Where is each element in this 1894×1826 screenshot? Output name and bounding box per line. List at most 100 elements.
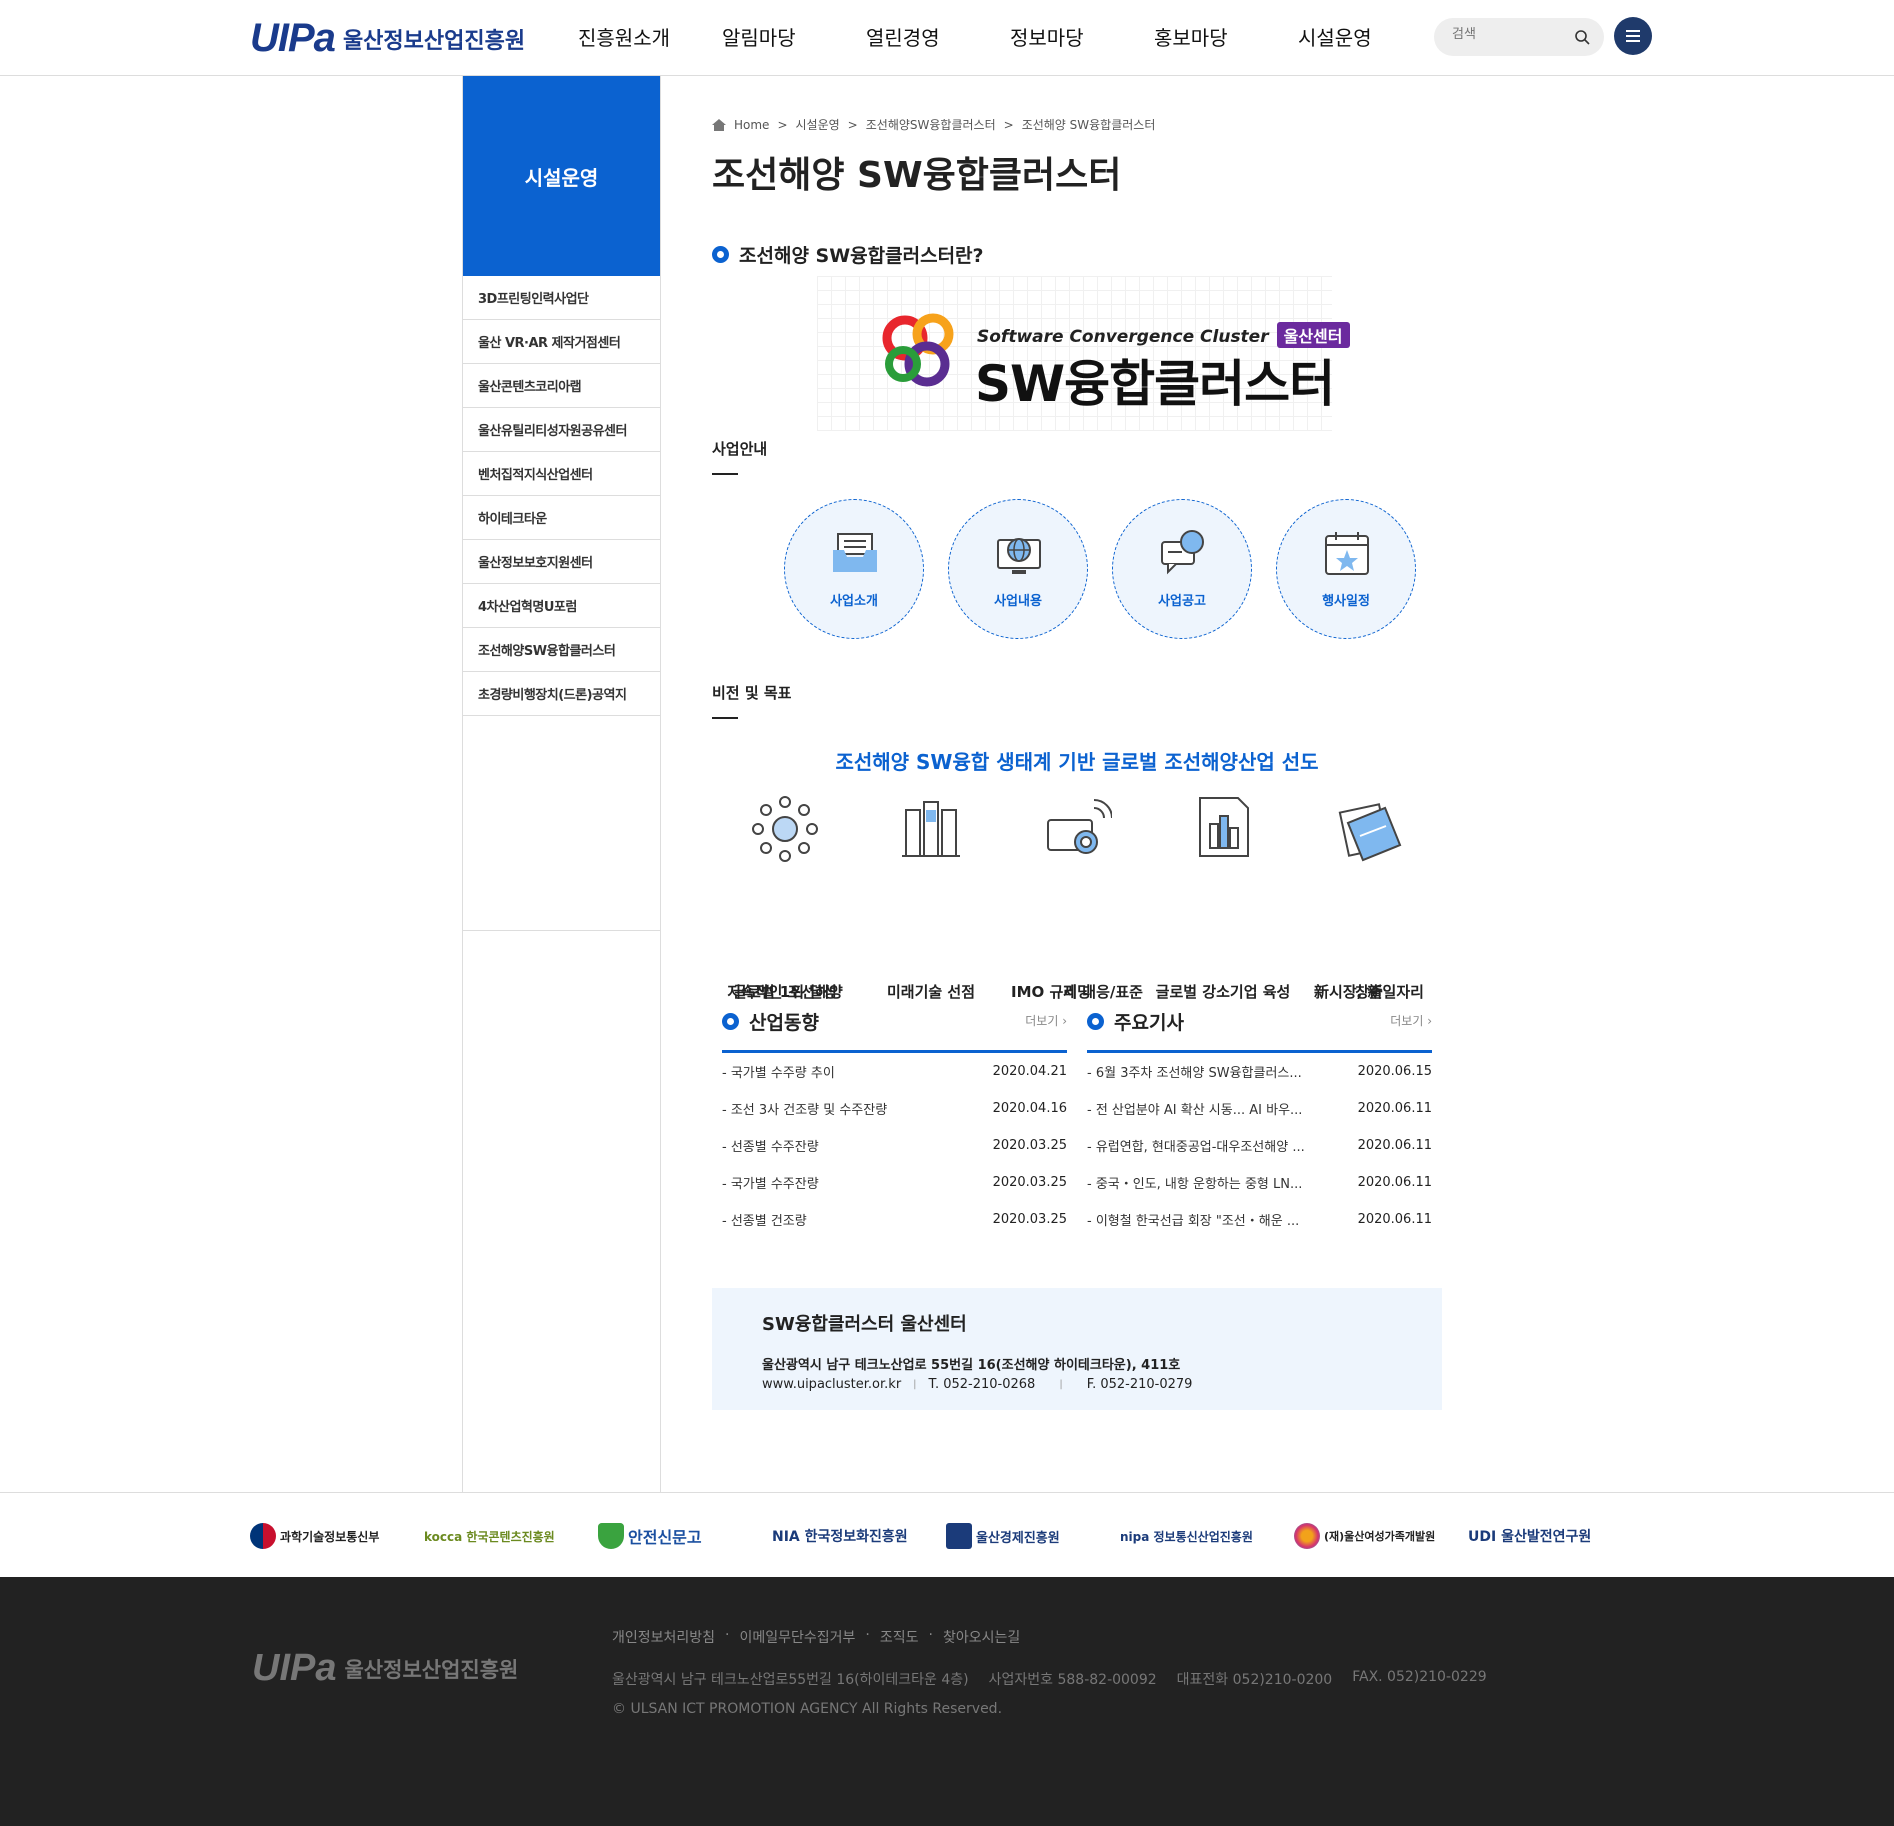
goals-list: 지속적인 조선해양 글로벌 1위 달성 미래기술 선점 IMO 규제 대응/표준 리…	[712, 794, 1442, 1001]
partner-udi[interactable]: UDI 울산발전연구원	[1468, 1519, 1642, 1553]
more-link[interactable]: 더보기 ›	[1390, 1012, 1432, 1029]
search-box	[1434, 18, 1604, 56]
bullet-ring-icon	[712, 246, 729, 263]
sidebar-item-drone[interactable]: 초경량비행장치(드론)공역지	[463, 672, 660, 716]
list-item[interactable]: 국가별 수주량 추이2020.04.21	[722, 1053, 1067, 1090]
taegeuk-icon	[250, 1523, 276, 1549]
goal-text: 미래기술 선점	[886, 983, 976, 1001]
business-content-label: 사업내용	[994, 594, 1042, 609]
home-icon	[712, 118, 726, 131]
business-schedule-button[interactable]: 행사일정	[1276, 499, 1416, 639]
vision-statement: 조선해양 SW융합 생태계 기반 글로벌 조선해양산업 선도	[835, 750, 1319, 774]
chat-search-icon	[1161, 530, 1204, 575]
sidebar-item-4th-forum[interactable]: 4차산업혁명U포럼	[463, 584, 660, 628]
calendar-star-icon	[1325, 532, 1369, 575]
site-header: UIPa 울산정보산업진흥원 진흥원소개 알림마당 열린경영 정보마당 홍보마당…	[0, 0, 1894, 76]
more-link[interactable]: 더보기 ›	[1025, 1012, 1067, 1029]
bullet-ring-icon	[722, 1012, 739, 1030]
business-intro-button[interactable]: 사업소개	[784, 499, 924, 639]
breadcrumb-home[interactable]: Home	[734, 118, 769, 132]
sidebar-item-security-center[interactable]: 울산정보보호지원센터	[463, 540, 660, 584]
contact-address: 울산광역시 남구 테크노산업로 55번길 16(조선해양 하이테크타운), 41…	[762, 1358, 1181, 1373]
sidebar-item-venture-center[interactable]: 벤처집적지식산업센터	[463, 452, 660, 496]
list-item[interactable]: 국가별 수주잔량2020.03.25	[722, 1164, 1067, 1201]
business-notice-button[interactable]: 사업공고	[1112, 499, 1252, 639]
list-item[interactable]: 선종별 수주잔량2020.03.25	[722, 1127, 1067, 1164]
network-icon	[752, 796, 818, 862]
sidebar-item-content-lab[interactable]: 울산콘텐츠코리아랩	[463, 364, 660, 408]
partner-safety-report[interactable]: 안전신문고	[598, 1519, 772, 1553]
footer-link-privacy[interactable]: 개인정보처리방침	[612, 1627, 715, 1647]
list-item[interactable]: 조선 3사 건조량 및 수주잔량2020.04.16	[722, 1090, 1067, 1127]
banner-title: SW융합클러스터	[975, 355, 1335, 413]
nav-item-pr[interactable]: 홍보마당	[1154, 22, 1298, 51]
partner-msit[interactable]: 과학기술정보통신부	[250, 1519, 424, 1553]
partner-nia[interactable]: NIA 한국정보화진흥원	[772, 1519, 946, 1553]
search-icon[interactable]	[1574, 29, 1590, 45]
goal-text: 글로벌 강소기업 육성	[1155, 983, 1291, 1001]
list-item[interactable]: 6월 3주차 조선해양 SW융합클러스...2020.06.15	[1087, 1053, 1432, 1090]
partner-uepa[interactable]: 울산경제진흥원	[946, 1519, 1120, 1553]
contact-website[interactable]: www.uipacluster.or.kr	[762, 1377, 901, 1392]
partner-kocca[interactable]: kocca 한국콘텐츠진흥원	[424, 1519, 598, 1553]
menu-button[interactable]	[1614, 17, 1652, 55]
sidebar-item-vr-ar[interactable]: 울산 VR·AR 제작거점센터	[463, 320, 660, 364]
logo-text: 울산정보산업진흥원	[342, 28, 526, 54]
hamburger-icon	[1626, 30, 1640, 32]
goal-text: 창출	[1355, 983, 1383, 1001]
search-input[interactable]	[1452, 27, 1562, 42]
board-industry-trends: 산업동향 더보기 › 국가별 수주량 추이2020.04.21 조선 3사 건조…	[722, 1006, 1067, 1238]
nav-item-info[interactable]: 정보마당	[1010, 22, 1154, 51]
sidebar-item-hitech-town[interactable]: 하이테크타운	[463, 496, 660, 540]
business-heading: 사업안내	[712, 438, 767, 475]
camera-signal-icon	[1047, 799, 1112, 854]
nav-item-facilities[interactable]: 시설운영	[1298, 22, 1442, 51]
cluster-banner: Software Convergence Cluster 울산센터 SW융합클러스…	[817, 276, 1350, 431]
breadcrumb-level-1[interactable]: 시설운영	[796, 116, 840, 133]
sidebar-title: 시설운영	[463, 76, 660, 276]
goal-item: 글로벌 강소기업 육성	[1150, 794, 1296, 1001]
goal-item: IMO 규제 대응/표준 리딩	[1004, 794, 1150, 1001]
business-intro-label: 사업소개	[830, 594, 878, 609]
partner-women-institute[interactable]: (재)울산여성가족개발원	[1294, 1519, 1468, 1553]
intro-heading: 조선해양 SW융합클러스터란?	[712, 241, 984, 268]
goal-text: 글로벌 1위 달성	[733, 983, 837, 1001]
sidebar-item-3d-printing[interactable]: 3D프린팅인력사업단	[463, 276, 660, 320]
books-icon	[902, 801, 960, 857]
list-item[interactable]: 이형철 한국선급 회장 "조선・해운 ...2020.06.11	[1087, 1201, 1432, 1238]
partner-banner: 과학기술정보통신부 kocca 한국콘텐츠진흥원 안전신문고 NIA 한국정보화…	[0, 1492, 1894, 1577]
partner-nipa[interactable]: nipa 정보통신산업진흥원	[1120, 1519, 1294, 1553]
footer-links: 개인정보처리방침 · 이메일무단수집거부 · 조직도 · 찾아오시는길	[612, 1627, 1021, 1647]
notes-icon	[1338, 803, 1402, 862]
nav-item-notice[interactable]: 알림마당	[722, 22, 866, 51]
logo-mark: UIPa	[250, 16, 336, 60]
site-footer: UIPa 울산정보산업진흥원 개인정보처리방침 · 이메일무단수집거부 · 조직도 ·…	[0, 1577, 1894, 1826]
footer-address: 울산광역시 남구 테크노산업로55번길 16(하이테크타운 4층) 사업자번호 …	[612, 1669, 1487, 1688]
sidebar: 시설운영 3D프린팅인력사업단 울산 VR·AR 제작거점센터 울산콘텐츠코리아…	[462, 76, 661, 1492]
footer-copyright: © ULSAN ICT PROMOTION AGENCY All Rights …	[612, 1701, 1003, 1717]
monitor-globe-icon	[997, 538, 1041, 574]
breadcrumb: Home > 시설운영 > 조선해양SW융합클러스터 > 조선해양 SW융합클러스터	[712, 116, 1155, 133]
business-content-button[interactable]: 사업내용	[948, 499, 1088, 639]
nav-item-about[interactable]: 진흥원소개	[578, 22, 722, 51]
list-item[interactable]: 선종별 건조량2020.03.25	[722, 1201, 1067, 1238]
list-item[interactable]: 유럽연합, 현대중공업-대우조선해양 ...2020.06.11	[1087, 1127, 1432, 1164]
footer-link-email-policy[interactable]: 이메일무단수집거부	[740, 1627, 856, 1647]
ue-logo-icon	[946, 1523, 972, 1549]
site-logo[interactable]: UIPa 울산정보산업진흥원	[250, 16, 525, 61]
footer-link-org-chart[interactable]: 조직도	[880, 1627, 919, 1647]
main-nav: 진흥원소개 알림마당 열린경영 정보마당 홍보마당 시설운영	[578, 22, 1442, 51]
sidebar-item-sw-cluster[interactable]: 조선해양SW융합클러스터	[463, 628, 660, 672]
shield-icon	[598, 1523, 624, 1549]
footer-link-directions[interactable]: 찾아오시는길	[943, 1627, 1020, 1647]
list-item[interactable]: 전 산업분야 AI 확산 시동... AI 바우...2020.06.11	[1087, 1090, 1432, 1127]
contact-title: SW융합클러스터 울산센터	[762, 1314, 967, 1335]
nav-item-open-management[interactable]: 열린경영	[866, 22, 1010, 51]
goal-text: 리딩	[1063, 983, 1091, 1001]
board-major-articles: 주요기사 더보기 › 6월 3주차 조선해양 SW융합클러스...2020.06…	[1087, 1006, 1432, 1238]
contact-tel: T. 052-210-0268	[928, 1377, 1036, 1392]
list-item[interactable]: 중국・인도, 내항 운항하는 중형 LN...2020.06.11	[1087, 1164, 1432, 1201]
breadcrumb-level-2[interactable]: 조선해양SW융합클러스터	[866, 116, 996, 133]
sidebar-item-utility-center[interactable]: 울산유틸리티성자원공유센터	[463, 408, 660, 452]
breadcrumb-current: 조선해양 SW융합클러스터	[1021, 118, 1156, 132]
